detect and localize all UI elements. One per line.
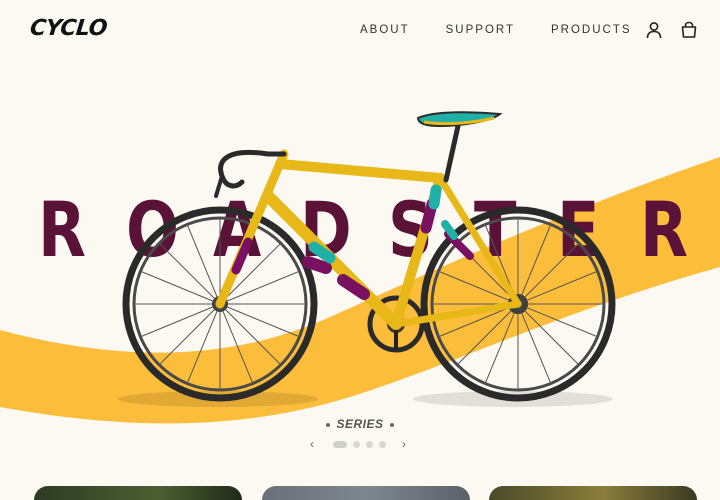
product-card[interactable] — [489, 486, 697, 500]
user-icon — [646, 22, 662, 39]
shopping-bag-icon — [681, 21, 697, 38]
wordmark-letter: R — [640, 185, 688, 274]
main-nav: ABOUT SUPPORT PRODUCTS — [360, 24, 632, 36]
site-header: CYCLO ABOUT SUPPORT PRODUCTS — [0, 0, 720, 62]
chevron-right-icon[interactable]: › — [402, 438, 406, 450]
brand-logo[interactable]: CYCLO — [29, 16, 109, 41]
nav-link-support[interactable]: SUPPORT — [446, 24, 515, 36]
carousel-dot[interactable] — [379, 441, 386, 448]
nav-link-products[interactable]: PRODUCTS — [551, 24, 632, 36]
product-card[interactable] — [34, 486, 242, 500]
account-button[interactable] — [644, 20, 664, 40]
wordmark-letter: R — [38, 185, 86, 274]
product-card[interactable] — [262, 486, 470, 500]
bullet-dot — [389, 422, 394, 427]
cart-button[interactable] — [679, 20, 699, 40]
carousel-pager: ‹ › — [0, 438, 720, 452]
road-bike-image — [118, 111, 616, 407]
carousel-dot[interactable] — [366, 441, 373, 448]
product-cards-row — [0, 486, 720, 500]
carousel-dot-active[interactable] — [333, 441, 347, 448]
series-caption: SERIES — [0, 417, 720, 431]
carousel-dot[interactable] — [353, 441, 360, 448]
bullet-dot — [326, 422, 331, 427]
series-label: SERIES — [336, 417, 384, 431]
chevron-left-icon[interactable]: ‹ — [310, 438, 314, 450]
nav-link-about[interactable]: ABOUT — [360, 24, 410, 36]
